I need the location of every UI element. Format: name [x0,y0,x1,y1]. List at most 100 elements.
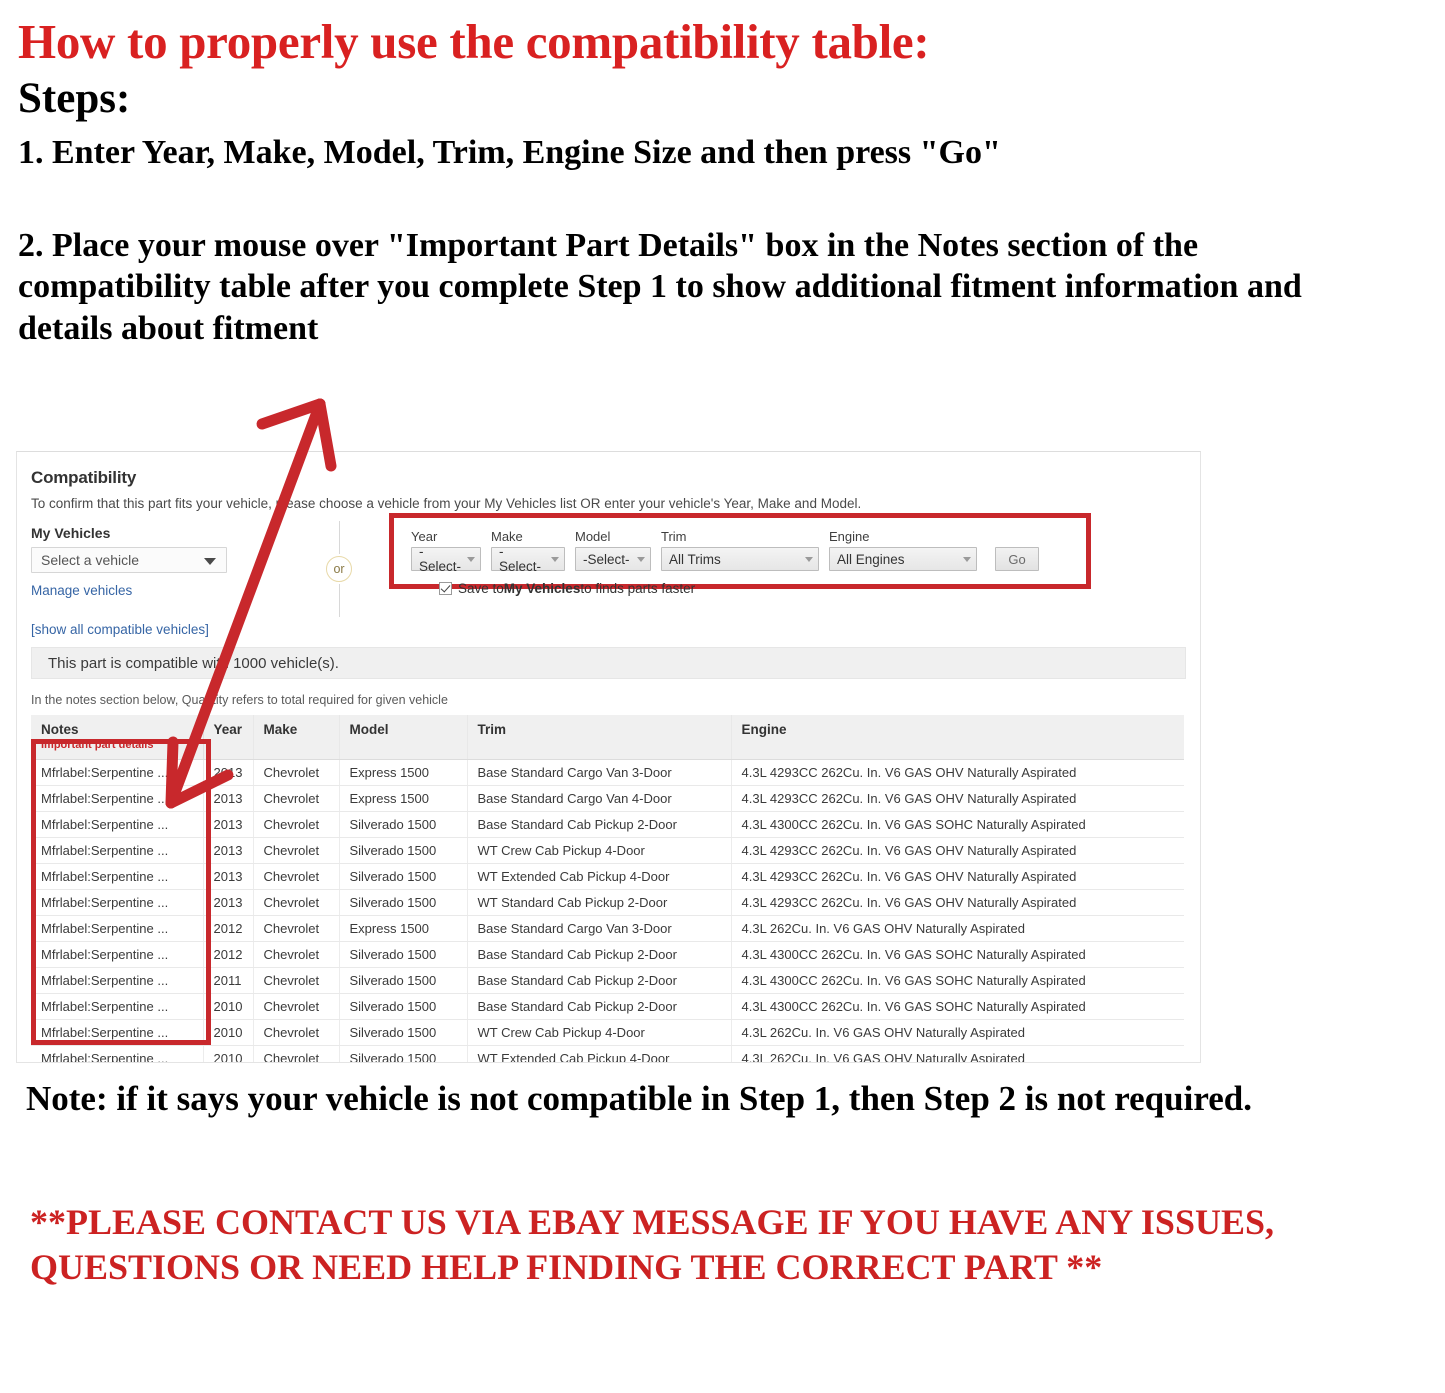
year-select[interactable]: -Select- [411,544,481,574]
cell-trim: WT Crew Cab Pickup 4-Door [467,1019,732,1046]
column-header-trim[interactable]: Trim [467,715,732,760]
cell-model: Silverado 1500 [339,811,468,838]
cell-notes[interactable]: Mfrlabel:Serpentine ... [31,915,204,942]
table-row[interactable]: Mfrlabel:Serpentine ... 2013 Chevrolet Silv… [31,811,1184,838]
table-row[interactable]: Mfrlabel:Serpentine ... 2013 Chevrolet Silv… [31,863,1184,890]
table-body: Mfrlabel:Serpentine ... 2013 Chevrolet Expr… [31,759,1184,1062]
engine-select[interactable]: All Engines [829,547,977,571]
cell-notes[interactable]: Mfrlabel:Serpentine ... [31,1019,204,1046]
trim-select-value: All Trims [669,551,721,567]
cell-notes[interactable]: Mfrlabel:Serpentine ... [31,967,204,994]
cell-trim: Base Standard Cab Pickup 2-Door [467,811,732,838]
cell-notes[interactable]: Mfrlabel:Serpentine ... [31,993,204,1020]
notes-header-label: Notes [41,722,79,737]
chevron-down-icon [551,557,559,562]
cell-engine: 4.3L 4293CC 262Cu. In. V6 GAS OHV Natura… [731,785,1184,812]
save-suffix-text: to finds parts faster [580,581,696,596]
cell-trim: Base Standard Cargo Van 3-Door [467,759,732,786]
cell-engine: 4.3L 4293CC 262Cu. In. V6 GAS OHV Natura… [731,837,1184,864]
cell-make: Chevrolet [253,785,340,812]
cell-notes[interactable]: Mfrlabel:Serpentine ... [31,837,204,864]
cell-engine: 4.3L 4300CC 262Cu. In. V6 GAS SOHC Natur… [731,967,1184,994]
model-select[interactable]: -Select- [575,547,651,571]
cell-notes[interactable]: Mfrlabel:Serpentine ... [31,811,204,838]
cell-model: Silverado 1500 [339,967,468,994]
column-header-notes[interactable]: Notes Important part details [31,715,204,760]
save-to-my-vehicles-row[interactable]: Save to My Vehicles to finds parts faste… [439,581,1071,596]
footer-note: Note: if it says your vehicle is not com… [26,1079,1252,1118]
table-row[interactable]: Mfrlabel:Serpentine ... 2013 Chevrolet Silv… [31,889,1184,916]
cell-engine: 4.3L 4293CC 262Cu. In. V6 GAS OHV Natura… [731,759,1184,786]
model-field: Model -Select- [575,529,651,571]
important-part-details-label[interactable]: Important part details [41,739,193,751]
quantity-note: In the notes section below, Quantity ref… [31,693,448,707]
or-divider: or [319,521,359,617]
trim-select[interactable]: All Trims [661,547,819,571]
show-all-compatible-vehicles-link[interactable]: [show all compatible vehicles] [31,622,296,637]
table-row[interactable]: Mfrlabel:Serpentine ... 2010 Chevrolet Silv… [31,1019,1184,1046]
cell-year: 2013 [203,863,254,890]
year-field: Year -Select- [411,529,481,574]
table-row[interactable]: Mfrlabel:Serpentine ... 2013 Chevrolet Silv… [31,837,1184,864]
column-header-engine[interactable]: Engine [731,715,1184,760]
cell-trim: WT Standard Cab Pickup 2-Door [467,889,732,916]
chevron-down-icon [805,557,813,562]
go-button[interactable]: Go [995,547,1039,571]
cell-notes[interactable]: Mfrlabel:Serpentine ... [31,863,204,890]
column-header-make[interactable]: Make [253,715,340,760]
or-badge: or [326,556,352,582]
cell-model: Silverado 1500 [339,889,468,916]
cell-engine: 4.3L 262Cu. In. V6 GAS OHV Naturally Asp… [731,915,1184,942]
cell-engine: 4.3L 262Cu. In. V6 GAS OHV Naturally Asp… [731,1045,1184,1062]
cell-make: Chevrolet [253,941,340,968]
step-1-text: 1. Enter Year, Make, Model, Trim, Engine… [18,133,1001,171]
cell-trim: WT Extended Cab Pickup 4-Door [467,863,732,890]
cell-notes[interactable]: Mfrlabel:Serpentine ... [31,1045,204,1062]
cell-trim: Base Standard Cargo Van 4-Door [467,785,732,812]
table-row[interactable]: Mfrlabel:Serpentine ... 2013 Chevrolet Expr… [31,785,1184,812]
cell-trim: WT Crew Cab Pickup 4-Door [467,837,732,864]
or-divider-line-bottom [338,584,340,617]
cell-trim: Base Standard Cab Pickup 2-Door [467,967,732,994]
cell-notes[interactable]: Mfrlabel:Serpentine ... [31,785,204,812]
column-header-model[interactable]: Model [339,715,468,760]
cell-make: Chevrolet [253,1045,340,1062]
table-row[interactable]: Mfrlabel:Serpentine ... 2010 Chevrolet Silv… [31,993,1184,1020]
cell-notes[interactable]: Mfrlabel:Serpentine ... [31,759,204,786]
cell-year: 2012 [203,941,254,968]
table-row[interactable]: Mfrlabel:Serpentine ... 2013 Chevrolet Expr… [31,759,1184,786]
cell-year: 2013 [203,759,254,786]
manage-vehicles-link[interactable]: Manage vehicles [31,583,296,598]
table-row[interactable]: Mfrlabel:Serpentine ... 2012 Chevrolet Expr… [31,915,1184,942]
cell-year: 2013 [203,837,254,864]
cell-make: Chevrolet [253,811,340,838]
cell-year: 2010 [203,1045,254,1062]
cell-make: Chevrolet [253,993,340,1020]
cell-notes[interactable]: Mfrlabel:Serpentine ... [31,889,204,916]
cell-year: 2011 [203,967,254,994]
step-2-text: 2. Place your mouse over "Important Part… [18,226,1302,347]
cell-year: 2010 [203,993,254,1020]
make-select[interactable]: -Select- [491,544,565,574]
my-vehicles-select-value: Select a vehicle [41,552,140,568]
cell-make: Chevrolet [253,915,340,942]
cell-model: Silverado 1500 [339,837,468,864]
column-header-year[interactable]: Year [203,715,254,760]
table-row[interactable]: Mfrlabel:Serpentine ... 2011 Chevrolet Silv… [31,967,1184,994]
cell-year: 2013 [203,811,254,838]
save-checkbox[interactable] [439,582,452,595]
table-row[interactable]: Mfrlabel:Serpentine ... 2010 Chevrolet Silv… [31,1045,1184,1062]
my-vehicles-select[interactable]: Select a vehicle [31,547,227,573]
cell-year: 2012 [203,915,254,942]
compatibility-table: Notes Important part details Year Make M… [31,715,1184,1062]
table-row[interactable]: Mfrlabel:Serpentine ... 2012 Chevrolet Silv… [31,941,1184,968]
compatibility-heading: Compatibility [31,468,137,487]
make-select-value: -Select- [499,544,542,574]
cell-make: Chevrolet [253,1019,340,1046]
make-label: Make [491,529,523,544]
cell-model: Express 1500 [339,915,468,942]
my-vehicles-column: My Vehicles Select a vehicle Manage vehi… [31,525,296,637]
cell-notes[interactable]: Mfrlabel:Serpentine ... [31,941,204,968]
engine-label: Engine [829,529,870,544]
cell-make: Chevrolet [253,837,340,864]
